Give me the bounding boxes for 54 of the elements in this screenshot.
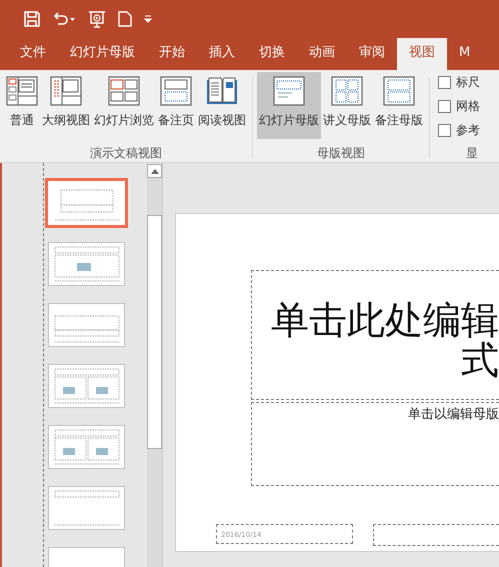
ribbon-button[interactable]: 讲义母版 <box>321 72 373 139</box>
ribbon-tab[interactable]: 切换 <box>247 38 297 70</box>
normal-view-icon <box>6 76 38 106</box>
save-icon[interactable] <box>24 11 40 27</box>
subtitle-text: 单击以编辑母版 <box>408 406 499 423</box>
checkbox[interactable] <box>438 124 451 137</box>
ribbon-button[interactable]: 幻灯片母版 <box>257 72 321 139</box>
slide-thumbnail[interactable] <box>48 303 125 347</box>
slide-thumbnail[interactable] <box>48 242 125 286</box>
ribbon-button[interactable]: 幻灯片浏览 <box>92 72 156 139</box>
book-icon <box>206 76 238 106</box>
group-label: 演示文稿视图 <box>90 145 162 162</box>
scroll-up-button[interactable] <box>147 164 162 178</box>
outline-view-icon <box>50 76 82 106</box>
scrollbar[interactable] <box>147 164 162 567</box>
notes-page-icon <box>160 76 192 106</box>
subtitle-placeholder[interactable]: 单击以编辑母版 <box>251 402 499 486</box>
undo-icon[interactable] <box>52 11 76 27</box>
presentation-icon[interactable] <box>88 10 106 28</box>
up-arrow-icon <box>150 168 159 174</box>
checkbox-label: 网格 <box>456 98 480 115</box>
ribbon-tab[interactable]: 开始 <box>147 38 197 70</box>
ribbon-tab[interactable]: 审阅 <box>347 38 397 70</box>
group-label: 显 <box>466 145 478 162</box>
title-text: 单击此处编辑 <box>271 300 499 340</box>
group-label: 母版视图 <box>317 145 365 162</box>
title-text: 式 <box>461 340 499 380</box>
ribbon-tab[interactable]: 动画 <box>297 38 347 70</box>
ribbon-tab[interactable]: M <box>447 38 482 70</box>
slide-master-icon <box>273 76 305 106</box>
checkbox-label: 参考 <box>456 122 480 139</box>
ribbon-button[interactable]: 大纲视图 <box>40 72 92 139</box>
checkbox[interactable] <box>438 100 451 113</box>
title-placeholder[interactable]: 单击此处编辑 式 <box>251 270 499 400</box>
ribbon-tab[interactable]: 插入 <box>197 38 247 70</box>
checkbox-label: 标尺 <box>456 74 480 91</box>
ribbon-button[interactable]: 普通 <box>4 72 40 139</box>
handout-grid-icon <box>331 76 363 106</box>
slide-grid-icon <box>108 76 140 106</box>
ribbon-tab[interactable]: 幻灯片母版 <box>58 38 147 70</box>
ribbon-tab[interactable]: 视图 <box>397 38 447 70</box>
slide-thumbnail[interactable] <box>48 425 125 469</box>
slide-thumbnail[interactable] <box>48 486 125 530</box>
page-icon[interactable] <box>118 11 132 27</box>
dropdown-icon[interactable] <box>144 15 152 23</box>
scroll-thumb[interactable] <box>147 215 162 449</box>
ribbon-button[interactable]: 备注母版 <box>373 72 425 139</box>
ribbon-button[interactable]: 备注页 <box>156 72 196 139</box>
footer-placeholder[interactable] <box>373 524 499 546</box>
slide-thumbnail[interactable] <box>48 364 125 408</box>
notes-master-icon <box>383 76 415 106</box>
ribbon-tab[interactable]: 文件 <box>8 38 58 70</box>
ribbon-button[interactable]: 阅读视图 <box>196 72 248 139</box>
checkbox[interactable] <box>438 76 451 89</box>
